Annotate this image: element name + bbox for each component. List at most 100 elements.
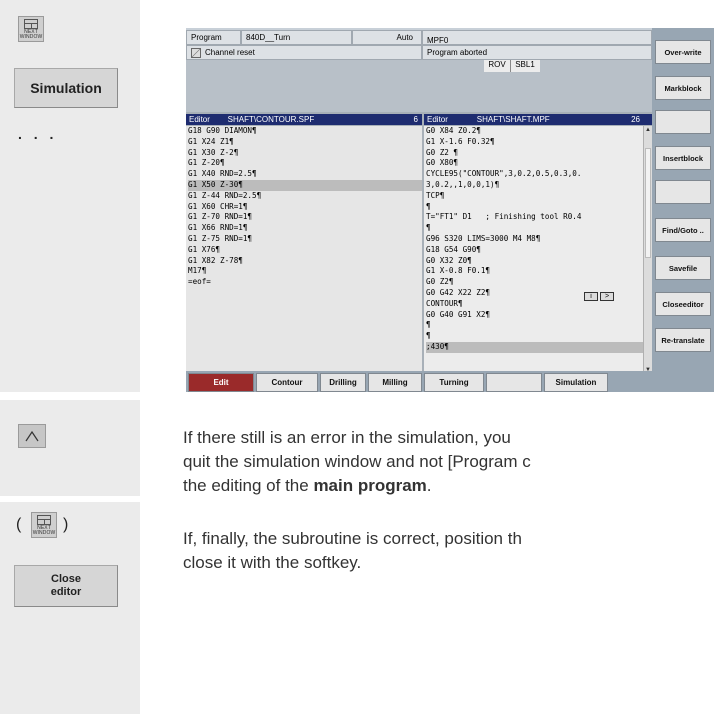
paren-close: ) [63, 516, 69, 533]
code-line[interactable]: G1 X-1.6 F0.32¶ [426, 137, 652, 148]
p2-line2: close it with the softkey. [183, 553, 362, 572]
code-line[interactable]: G0 X32 Z0¶ [426, 256, 652, 267]
code-line[interactable]: G0 X84 Z0.2¶ [426, 126, 652, 137]
softkey-label-1: Mark [664, 83, 682, 93]
code-line[interactable]: G1 X24 Z1¶ [188, 137, 422, 148]
code-line[interactable]: TCP¶ [426, 191, 652, 202]
code-line[interactable]: G96 S320 LIMS=3000 M4 M8¶ [426, 234, 652, 245]
rov-label: ROV [484, 60, 511, 72]
left-editor-pane[interactable]: G18 G90 DIAMON¶ G1 X24 Z1¶ G1 X30 Z-2¶ G1 Z… [186, 126, 422, 374]
code-line[interactable]: G1 X50 Z-30¶ [188, 179, 422, 191]
channel-status-icon [191, 47, 201, 58]
header-blank-left [186, 60, 422, 112]
code-line[interactable]: G1 Z-75 RND=1¶ [188, 234, 422, 245]
code-line[interactable]: CYCLE95("CONTOUR",3,0.2,0.5,0.3,0. [426, 169, 652, 180]
code-line[interactable]: G1 X76¶ [188, 245, 422, 256]
softkey-label-1: Insert [662, 153, 684, 163]
window-icon [37, 515, 51, 525]
softkey-label-1: Save [668, 263, 687, 273]
right-editor-scrollbar[interactable]: ▲ ▼ [643, 126, 652, 374]
code-line[interactable]: M17¶ [188, 266, 422, 277]
code-line[interactable]: =eof= [188, 277, 422, 288]
bottom-softkey[interactable]: Edit [188, 373, 254, 392]
code-line[interactable]: G0 G40 G91 X2¶ [426, 310, 652, 321]
code-line[interactable]: ¶ [426, 202, 652, 213]
right-softkey[interactable]: Insert block [655, 146, 711, 170]
info-icons: i > [584, 292, 624, 302]
softkey-label-2: translate [673, 335, 705, 345]
softkey-label-1: Over- [664, 47, 685, 57]
softkey-label-2: block [681, 83, 702, 93]
code-line[interactable]: G18 G54 G90¶ [426, 245, 652, 256]
right-softkey[interactable]: Save file [655, 256, 711, 280]
softkey-label-2: Goto .. [680, 225, 704, 235]
right-editor-code: G0 X84 Z0.2¶ G1 X-1.6 F0.32¶ G0 Z2 ¶ G0 X80… [424, 126, 652, 353]
bottom-softkey[interactable] [486, 373, 542, 392]
editor-area: Editor SHAFT\CONTOUR.SPF 6 G18 G90 DIAMO… [186, 112, 652, 386]
next-window-key-2[interactable]: NEXT WINDOW [31, 512, 57, 538]
code-line[interactable]: G0 X80¶ [426, 158, 652, 169]
next-page-icon[interactable]: > [600, 292, 614, 301]
code-line[interactable]: ;430¶ [426, 341, 652, 353]
file-indicator: MPF0 [422, 30, 652, 45]
right-softkey[interactable]: Over-write [655, 40, 711, 64]
next-window-label: NEXT WINDOW [19, 29, 43, 40]
window-icon [24, 19, 38, 29]
code-line[interactable]: ¶ [426, 223, 652, 234]
code-line[interactable]: G1 X66 RND=1¶ [188, 223, 422, 234]
code-line[interactable]: G18 G90 DIAMON¶ [188, 126, 422, 137]
ellipsis: . . . [18, 126, 58, 142]
right-editor-pane[interactable]: G0 X84 Z0.2¶ G1 X-1.6 F0.32¶ G0 Z2 ¶ G0 X80… [424, 126, 652, 374]
right-softkey[interactable]: Close editor [655, 292, 711, 316]
scroll-up-arrow-icon[interactable]: ▲ [644, 126, 652, 134]
left-rail-top [0, 0, 140, 392]
code-line[interactable]: ¶ [426, 331, 652, 342]
right-softkey[interactable] [655, 110, 711, 134]
paragraph-2: If, finally, the subroutine is correct, … [183, 527, 714, 575]
close-editor-button[interactable]: Close editor [14, 565, 118, 607]
bottom-softkey[interactable]: Simulation [544, 373, 608, 392]
code-line[interactable]: G1 X60 CHR=1¶ [188, 202, 422, 213]
p2-line1: If, finally, the subroutine is correct, … [183, 529, 522, 548]
scroll-thumb[interactable] [645, 148, 651, 258]
softkey-label-1: Find/ [662, 225, 681, 235]
code-line[interactable]: T="FT1" D1 ; Finishing tool R0.4 [426, 212, 652, 223]
code-line[interactable]: G1 Z-44 RND=2.5¶ [188, 191, 422, 202]
code-line[interactable]: G1 Z-70 RND=1¶ [188, 212, 422, 223]
right-softkey[interactable]: Find/Goto .. [655, 218, 711, 242]
code-line[interactable]: G0 Z2¶ [426, 277, 652, 288]
bottom-softkey[interactable]: Drilling [320, 373, 366, 392]
code-line[interactable]: G1 X-0.8 F0.1¶ [426, 266, 652, 277]
code-line[interactable]: G1 X82 Z-78¶ [188, 256, 422, 267]
program-status: Program aborted [422, 45, 652, 60]
p1-line2: quit the simulation window and not [Prog… [183, 452, 531, 471]
softkey-label-2: block [683, 153, 704, 163]
next-window-key[interactable]: NEXT WINDOW [18, 16, 44, 42]
right-softkey[interactable] [655, 180, 711, 204]
code-line[interactable]: G1 X40 RND=2.5¶ [188, 169, 422, 180]
bottom-softkey[interactable]: Milling [368, 373, 422, 392]
bottom-softkey[interactable]: Contour [256, 373, 318, 392]
softkey-label-1: Re- [661, 335, 674, 345]
simulation-button[interactable]: Simulation [14, 68, 118, 108]
main-program-emphasis: main program [313, 476, 427, 495]
right-softkey[interactable]: Mark block [655, 76, 711, 100]
program-value: 840D__Turn [241, 30, 352, 45]
p1-line1: If there still is an error in the simula… [183, 428, 511, 447]
code-line[interactable]: 3,0.2,,1,0,0,1)¶ [426, 180, 652, 191]
code-line[interactable]: G1 X30 Z-2¶ [188, 148, 422, 159]
right-softkey[interactable]: Re-translate [655, 328, 711, 352]
code-line[interactable]: G0 Z2 ¶ [426, 148, 652, 159]
info-icon[interactable]: i [584, 292, 598, 301]
caret-key[interactable] [18, 424, 46, 448]
sbl-label: SBL1 [515, 60, 535, 69]
code-line[interactable]: G1 Z-20¶ [188, 158, 422, 169]
code-line[interactable]: ¶ [426, 320, 652, 331]
paren-open: ( [16, 516, 22, 533]
softkey-label-1: Close [662, 299, 683, 309]
bottom-softkey[interactable]: Turning [424, 373, 484, 392]
bottom-softkey-bar: Edit Contour Drilling Milling Turning Simulat… [186, 371, 652, 392]
next-window-label: NEXT WINDOW [32, 525, 56, 536]
paragraph-1: If there still is an error in the simula… [183, 426, 714, 498]
program-label: Program [186, 30, 241, 45]
